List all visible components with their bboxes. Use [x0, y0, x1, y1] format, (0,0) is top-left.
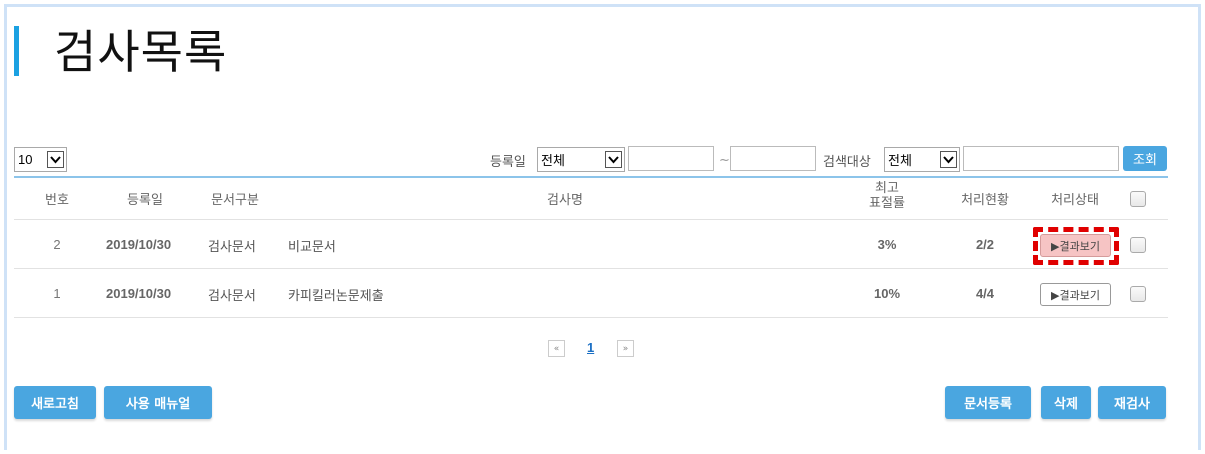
date-range-value: 전체 [541, 153, 565, 168]
page-title: 검사목록 [54, 25, 228, 79]
col-header-type: 문서구분 [211, 193, 259, 208]
page-size-select[interactable]: 10 [14, 147, 67, 172]
col-header-max-rate-line2: 표절률 [869, 196, 905, 211]
table-header-bottom-border [14, 219, 1168, 220]
cell-name[interactable]: 비교문서 [288, 236, 336, 255]
date-label: 등록일 [490, 155, 526, 170]
row-divider [14, 268, 1168, 269]
search-target-label: 검색대상 [823, 155, 871, 170]
col-header-status: 처리상태 [1051, 193, 1099, 208]
pagination-next[interactable]: » [617, 340, 634, 357]
search-input[interactable] [963, 146, 1119, 171]
cell-type: 검사문서 [208, 240, 256, 255]
highlight-annotation [1033, 227, 1119, 265]
cell-date: 2019/10/30 [106, 237, 172, 252]
col-header-name: 검사명 [547, 193, 583, 208]
chevron-down-icon [47, 151, 64, 168]
cell-max-rate: 10% [873, 286, 901, 301]
title-accent-bar [14, 26, 19, 76]
col-header-date: 등록일 [127, 193, 163, 208]
cell-progress: 2/2 [975, 237, 995, 252]
select-all-checkbox[interactable] [1130, 191, 1146, 207]
delete-button[interactable]: 삭제 [1041, 386, 1091, 419]
search-target-select[interactable]: 전체 [884, 147, 960, 172]
col-header-max-rate-line1: 최고 [875, 181, 899, 196]
chevron-down-icon [605, 151, 622, 168]
pagination-prev[interactable]: « [548, 340, 565, 357]
col-header-no: 번호 [45, 193, 69, 208]
pagination-page-1[interactable]: 1 [587, 340, 594, 355]
search-target-value: 전체 [888, 153, 912, 168]
recheck-button[interactable]: 재검사 [1098, 386, 1166, 419]
col-header-max-rate: 최고 표절률 [862, 181, 912, 211]
refresh-button[interactable]: 새로고침 [14, 386, 96, 419]
date-to-input[interactable] [730, 146, 816, 171]
user-manual-button[interactable]: 사용 매뉴얼 [104, 386, 212, 419]
register-document-button[interactable]: 문서등록 [945, 386, 1031, 419]
cell-name[interactable]: 카피킬러논문제출 [288, 285, 384, 304]
col-header-progress: 처리현황 [961, 193, 1009, 208]
row-checkbox[interactable] [1130, 286, 1146, 302]
table-header-top-border [14, 176, 1168, 178]
cell-no: 1 [53, 286, 61, 301]
cell-date: 2019/10/30 [106, 286, 172, 301]
chevron-down-icon [940, 151, 957, 168]
date-from-input[interactable] [628, 146, 714, 171]
page-size-value: 10 [18, 152, 33, 167]
date-separator: ~ [719, 153, 730, 168]
search-button[interactable]: 조회 [1123, 146, 1167, 171]
cell-type: 검사문서 [208, 289, 256, 304]
cell-progress: 4/4 [975, 286, 995, 301]
row-checkbox[interactable] [1130, 237, 1146, 253]
row-divider [14, 317, 1168, 318]
date-range-select[interactable]: 전체 [537, 147, 625, 172]
cell-max-rate: 3% [877, 237, 897, 252]
cell-no: 2 [53, 237, 61, 252]
view-result-button[interactable]: ▶결과보기 [1040, 283, 1111, 306]
